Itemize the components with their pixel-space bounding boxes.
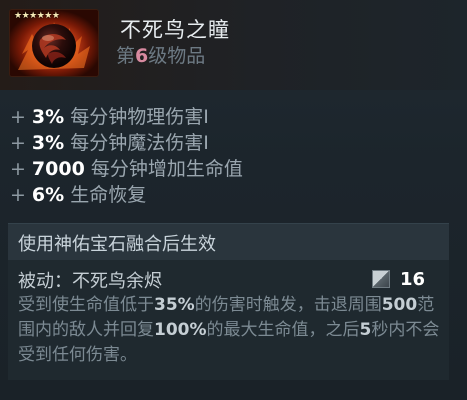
stat-plus: + (10, 106, 26, 128)
ability-title: 被动：不死鸟余烬 (18, 271, 162, 292)
stat-value: 6% (31, 184, 65, 206)
cooldown-value: 16 (399, 268, 425, 290)
gem-requirement-box: 使用神佑宝石融合后生效 (8, 223, 449, 260)
stat-row: +3% 每分钟物理伤害I (10, 104, 450, 130)
stat-plus: + (10, 158, 26, 180)
tier-prefix: 第 (116, 45, 136, 67)
stat-value: 3% (31, 132, 65, 154)
desc-highlight: 5 (359, 320, 372, 340)
cooldown: 16 (371, 268, 425, 290)
item-name: 不死鸟之瞳 (120, 18, 230, 42)
stat-label: 每分钟物理伤害I (70, 106, 209, 128)
item-tooltip: ★★★★★★ 不死鸟之瞳 第6级物品 +3% 每分钟物理伤害I +3% 每分钟魔法伤… (0, 0, 467, 400)
item-header: ★★★★★★ 不死鸟之瞳 第6级物品 (0, 0, 467, 90)
ability-box: 被动：不死鸟余烬 16 受到使生命值低于35%的伤害时触发，击退周围500范围内… (8, 260, 449, 380)
stat-label: 生命恢复 (70, 184, 147, 206)
star-rating: ★★★★★★ (14, 11, 60, 21)
tier-suffix: 级物品 (148, 45, 206, 67)
desc-text: 受到使生命值低于 (18, 295, 154, 315)
ability-description: 受到使生命值低于35%的伤害时触发，击退周围500范围内的敌人并回复100%的最… (18, 293, 446, 368)
stat-value: 3% (31, 106, 65, 128)
stat-label: 每分钟增加生命值 (90, 158, 243, 180)
stats-list: +3% 每分钟物理伤害I +3% 每分钟魔法伤害I +7000 每分钟增加生命值 +6… (10, 104, 450, 208)
tier-number: 6 (135, 45, 149, 67)
desc-text: 的伤害时触发，击退周围 (194, 295, 382, 315)
gem-requirement-text: 使用神佑宝石融合后生效 (18, 234, 216, 255)
desc-highlight: 500 (381, 295, 418, 315)
stat-label: 每分钟魔法伤害I (70, 132, 209, 154)
desc-highlight: 100% (154, 320, 207, 340)
stat-row: +3% 每分钟魔法伤害I (10, 130, 450, 156)
desc-text: 的最大生命值，之后 (206, 320, 360, 340)
stat-row: +6% 生命恢复 (10, 182, 450, 208)
item-tier: 第6级物品 (116, 41, 205, 68)
desc-highlight: 35% (154, 295, 195, 315)
stat-value: 7000 (31, 158, 85, 180)
stat-plus: + (10, 184, 26, 206)
cooldown-icon (371, 270, 390, 288)
stat-plus: + (10, 132, 26, 154)
stat-row: +7000 每分钟增加生命值 (10, 156, 450, 182)
